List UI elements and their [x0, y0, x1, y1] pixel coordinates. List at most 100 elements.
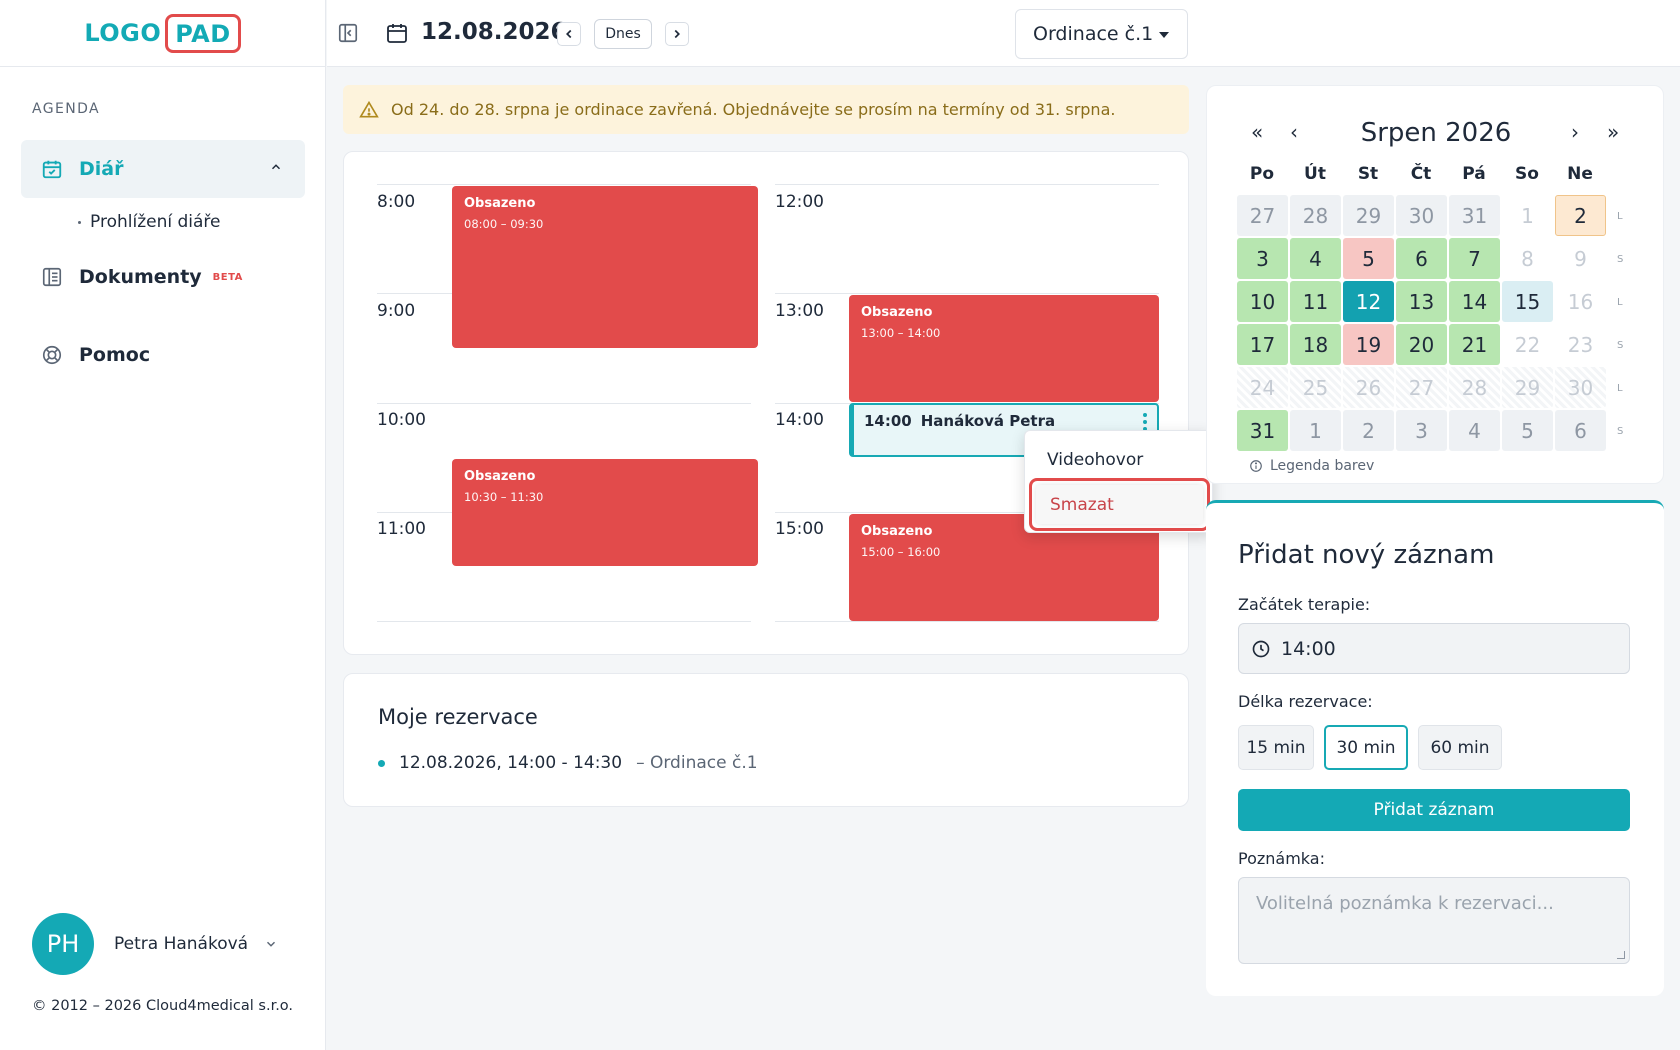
resize-grip-icon[interactable] [1617, 951, 1625, 959]
calendar-day[interactable]: 2 [1555, 195, 1606, 236]
sidebar-item-dokumenty[interactable]: Dokumenty BETA [41, 266, 243, 288]
calendar-day[interactable]: 10 [1237, 281, 1288, 322]
weekday-header: St [1357, 164, 1379, 184]
start-time-input[interactable]: 14:00 [1238, 623, 1630, 674]
prev-day-button[interactable] [557, 22, 581, 46]
user-menu[interactable]: PH Petra Hanáková [32, 913, 278, 975]
calendar-day-closed: 28 [1449, 367, 1500, 408]
calendar-day[interactable]: 31 [1449, 195, 1500, 236]
calendar-day[interactable]: 4 [1449, 410, 1500, 451]
add-record-button[interactable]: Přidat záznam [1238, 789, 1630, 831]
calendar-day[interactable]: 6 [1396, 238, 1447, 279]
calendar-day[interactable]: 27 [1237, 195, 1288, 236]
list-item[interactable]: 12.08.2026, 14:00 - 14:30 – Ordinace č.1 [378, 753, 758, 773]
menu-item-videohovor[interactable]: Videohovor [1047, 450, 1143, 470]
calendar-day[interactable]: 5 [1343, 238, 1394, 279]
calendar-day-selected[interactable]: 12 [1343, 281, 1394, 322]
busy-slot[interactable]: Obsazeno 08:00 – 09:30 [452, 186, 758, 348]
next-day-button[interactable] [665, 22, 689, 46]
calendar-day[interactable]: 18 [1290, 324, 1341, 365]
calendar-day[interactable]: 21 [1449, 324, 1500, 365]
calendar-day[interactable]: 31 [1237, 410, 1288, 451]
time-label: 8:00 [377, 192, 416, 212]
calendar-day[interactable]: 17 [1237, 324, 1288, 365]
calendar-icon[interactable] [385, 21, 409, 45]
duration-15-button[interactable]: 15 min [1238, 725, 1314, 770]
month-calendar: « ‹ Srpen 2026 › » Po Út St Čt Pá So Ne … [1206, 85, 1664, 484]
sidebar-item-label: Pomoc [79, 344, 151, 366]
week-mark: L [1617, 211, 1623, 222]
sidebar-item-pomoc[interactable]: Pomoc [41, 344, 150, 366]
calendar-day[interactable]: 2 [1343, 410, 1394, 451]
hour-line [775, 621, 1159, 622]
calendar-day[interactable]: 16 [1555, 281, 1606, 322]
calendar-day[interactable]: 20 [1396, 324, 1447, 365]
calendar-title: Srpen 2026 [1360, 118, 1512, 148]
reservation-datetime: 12.08.2026, 14:00 - 14:30 [399, 753, 623, 773]
sidebar-item-diar[interactable]: Diář [21, 140, 305, 198]
calendar-day[interactable]: 1 [1502, 195, 1553, 236]
calendar-day[interactable]: 28 [1290, 195, 1341, 236]
sidebar-toggle-icon[interactable] [337, 22, 359, 44]
time-label: 10:00 [377, 410, 426, 430]
busy-slot-range: 08:00 – 09:30 [464, 217, 544, 231]
sidebar-subitem-prohlizeni[interactable]: Prohlížení diáře [78, 212, 220, 232]
calendar-day[interactable]: 15 [1502, 281, 1553, 322]
last-month-button[interactable]: » [1607, 120, 1619, 144]
info-icon [1250, 460, 1262, 472]
time-label: 11:00 [377, 519, 426, 539]
menu-item-smazat[interactable]: Smazat [1036, 485, 1203, 524]
reservation-name: Hanáková Petra [920, 412, 1056, 430]
duration-label: Délka rezervace: [1238, 692, 1373, 711]
clock-icon [1252, 640, 1270, 657]
office-select[interactable]: Ordinace č.1 [1015, 9, 1188, 59]
duration-30-button[interactable]: 30 min [1324, 725, 1408, 770]
weekday-header: So [1515, 164, 1539, 184]
sidebar-item-label: Dokumenty [79, 266, 202, 288]
next-month-button[interactable]: › [1571, 120, 1579, 144]
calendar-day[interactable]: 30 [1396, 195, 1447, 236]
calendar-day[interactable]: 11 [1290, 281, 1341, 322]
duration-60-button[interactable]: 60 min [1418, 725, 1502, 770]
calendar-day[interactable]: 29 [1343, 195, 1394, 236]
start-label: Začátek terapie: [1238, 595, 1371, 614]
logo-bar: LOGO PAD [0, 0, 325, 67]
busy-slot[interactable]: Obsazeno 10:30 – 11:30 [452, 459, 758, 566]
chevron-down-icon[interactable] [264, 937, 278, 951]
calendar-day[interactable]: 3 [1396, 410, 1447, 451]
today-button[interactable]: Dnes [594, 19, 652, 49]
calendar-day[interactable]: 3 [1237, 238, 1288, 279]
calendar-day-closed: 26 [1343, 367, 1394, 408]
calendar-check-icon [42, 160, 62, 179]
calendar-day[interactable]: 14 [1449, 281, 1500, 322]
calendar-day[interactable]: 22 [1502, 324, 1553, 365]
form-title: Přidat nový záznam [1238, 540, 1495, 570]
calendar-day[interactable]: 4 [1290, 238, 1341, 279]
reservation-context-menu: Videohovor Smazat [1024, 430, 1213, 533]
kebab-menu-icon[interactable] [1143, 413, 1147, 431]
week-mark: S [1617, 254, 1624, 265]
start-time-value: 14:00 [1281, 637, 1336, 660]
calendar-day[interactable]: 1 [1290, 410, 1341, 451]
caret-down-icon [1159, 32, 1169, 38]
busy-slot[interactable]: Obsazeno 13:00 – 14:00 [849, 295, 1159, 402]
logo[interactable]: LOGO PAD [84, 13, 241, 53]
calendar-day[interactable]: 9 [1555, 238, 1606, 279]
time-label: 14:00 [775, 410, 824, 430]
calendar-day[interactable]: 7 [1449, 238, 1500, 279]
calendar-day[interactable]: 19 [1343, 324, 1394, 365]
calendar-day[interactable]: 8 [1502, 238, 1553, 279]
chevron-up-icon[interactable] [269, 160, 283, 174]
calendar-day[interactable]: 6 [1555, 410, 1606, 451]
beta-badge: BETA [212, 271, 243, 283]
time-label: 13:00 [775, 301, 824, 321]
legend-label: Legenda barev [1270, 458, 1375, 474]
color-legend-link[interactable]: Legenda barev [1249, 458, 1374, 474]
topbar: 12.08.2026 Dnes Ordinace č.1 [327, 0, 1680, 67]
note-textarea[interactable]: Volitelná poznámka k rezervaci... [1238, 877, 1630, 964]
calendar-day[interactable]: 5 [1502, 410, 1553, 451]
calendar-day[interactable]: 13 [1396, 281, 1447, 322]
reservation-office: – Ordinace č.1 [636, 753, 758, 773]
calendar-day[interactable]: 23 [1555, 324, 1606, 365]
calendar-day-closed: 24 [1237, 367, 1288, 408]
